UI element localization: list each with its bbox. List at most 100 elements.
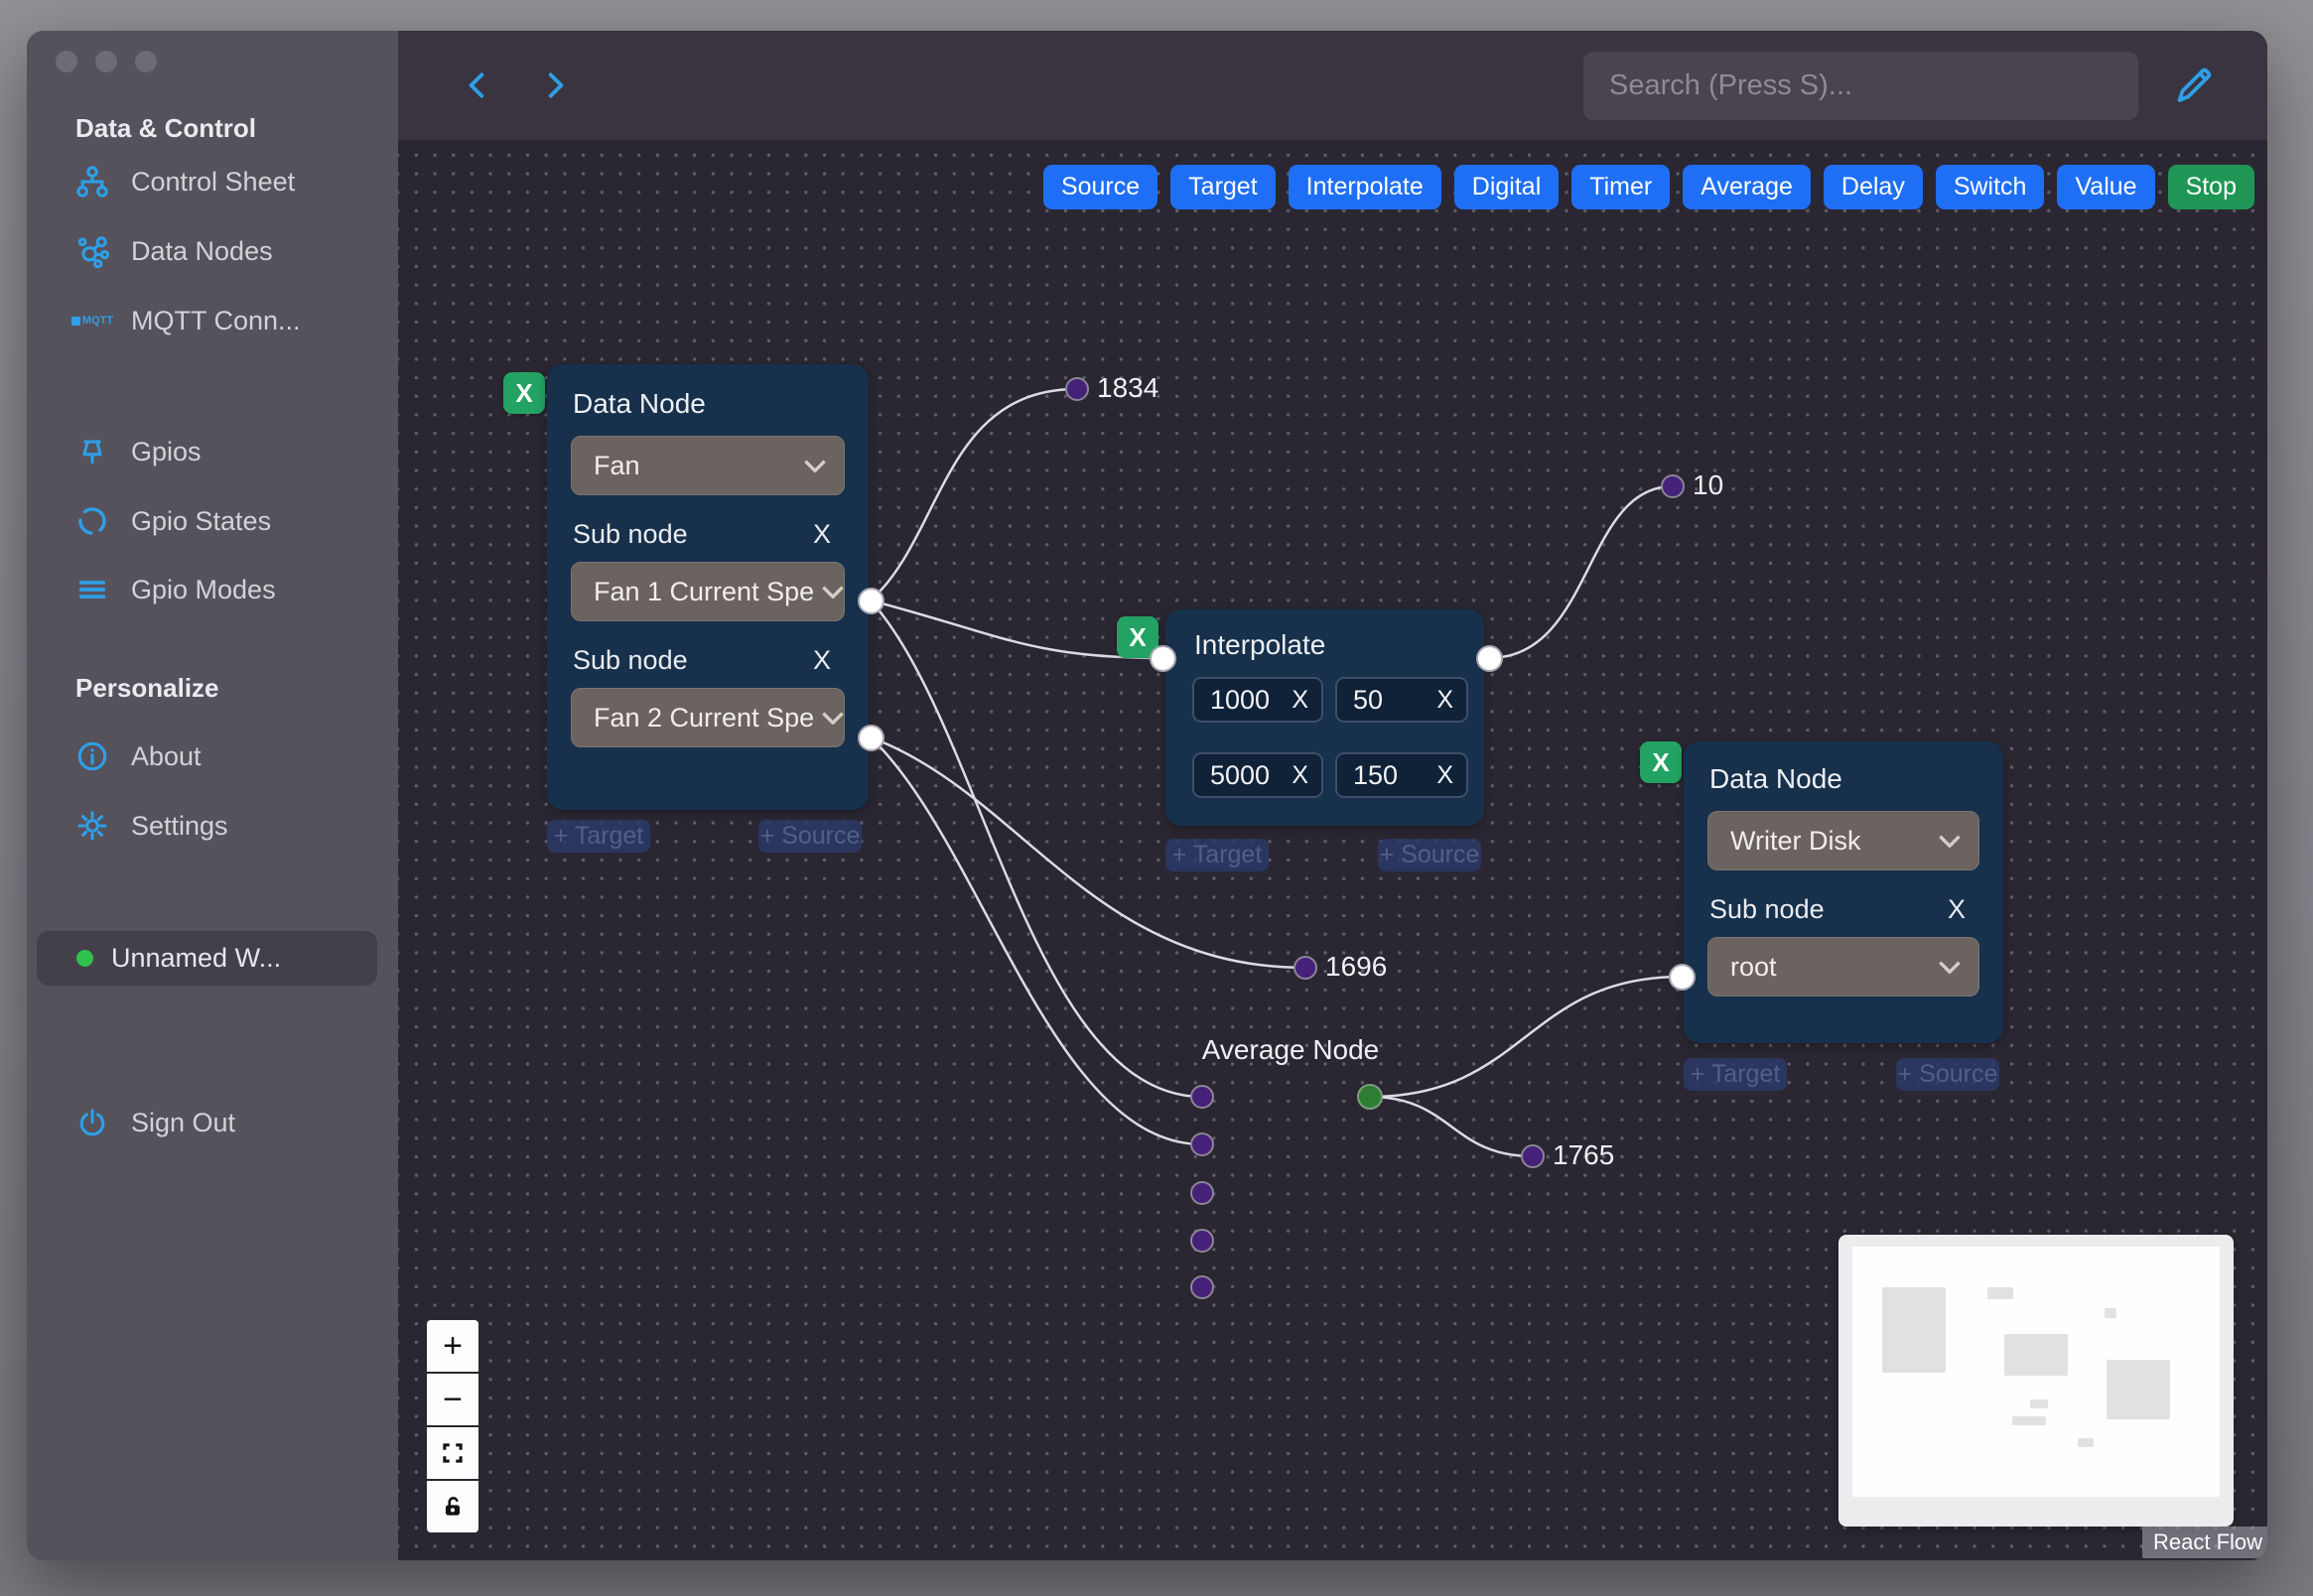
sub-node-label: Sub node (573, 519, 688, 549)
fan-device-select[interactable]: Fan (571, 436, 845, 495)
lock-button[interactable] (427, 1481, 478, 1532)
chevron-down-icon (822, 586, 844, 598)
sidebar-item-label: Gpio States (131, 505, 272, 536)
edge-interpolate-to-10 (1488, 484, 1674, 660)
sidebar-item-gpios[interactable]: Gpios (27, 424, 398, 479)
value-endpoint[interactable] (1293, 956, 1317, 980)
add-average-button[interactable]: Average (1683, 165, 1811, 209)
add-switch-button[interactable]: Switch (1935, 165, 2045, 209)
interpolate-source-handle[interactable] (1476, 645, 1503, 672)
average-source-handle[interactable] (1357, 1084, 1383, 1110)
zoom-in-button[interactable]: + (427, 1320, 478, 1372)
writer-add-source-pill[interactable]: + Source (1896, 1058, 1999, 1091)
value-endpoint[interactable] (1661, 474, 1685, 498)
minimap-node (1882, 1287, 1946, 1373)
average-target-handle[interactable] (1190, 1085, 1214, 1109)
edge-value-label: 1696 (1325, 951, 1388, 982)
interpolate-target-handle[interactable] (1150, 645, 1176, 672)
search-input[interactable] (1583, 51, 2138, 120)
edge-fan1-to-1834 (870, 387, 1078, 601)
minimize-window-button[interactable] (95, 51, 117, 72)
remove-value-button[interactable]: X (1292, 686, 1308, 715)
value-endpoint[interactable] (1521, 1144, 1545, 1168)
average-node-title: Average Node (1201, 1034, 1380, 1065)
hierarchy-icon (75, 165, 109, 199)
add-timer-button[interactable]: Timer (1571, 165, 1671, 209)
fan-sub2-source-handle[interactable] (858, 725, 884, 751)
fan-sub1-source-handle[interactable] (858, 588, 884, 614)
fan-add-source-pill[interactable]: + Source (758, 820, 862, 853)
interpolate-input[interactable]: 1000 X (1192, 677, 1323, 723)
sidebar-item-gpio-states[interactable]: Gpio States (27, 493, 398, 549)
node-title: Data Node (573, 388, 706, 419)
interpolate-add-target-pill[interactable]: + Target (1165, 839, 1269, 871)
interpolate-input[interactable]: 5000 X (1192, 752, 1323, 798)
sidebar-item-mqtt[interactable]: MQTT MQTT Conn... (27, 293, 398, 348)
flow-layer: Source Target Interpolate Digital Timer … (398, 140, 2267, 1560)
back-button[interactable] (462, 69, 493, 101)
sidebar-item-settings[interactable]: Settings (27, 798, 398, 854)
add-source-button[interactable]: Source (1042, 165, 1158, 209)
interpolate-input[interactable]: 50 X (1335, 677, 1468, 723)
sub-node-label: Sub node (573, 645, 688, 675)
remove-sub1-button[interactable]: X (813, 519, 841, 550)
remove-value-button[interactable]: X (1436, 761, 1453, 790)
writer-add-target-pill[interactable]: + Target (1684, 1058, 1787, 1091)
delete-writer-node-button[interactable]: X (1640, 741, 1682, 783)
react-flow-attribution[interactable]: React Flow (2142, 1527, 2267, 1558)
add-value-button[interactable]: Value (2057, 165, 2155, 209)
interpolate-node[interactable]: Interpolate 1000 X 50 X 5000 X 150 X (1165, 609, 1484, 826)
minimap[interactable] (1838, 1235, 2234, 1527)
fan-sub1-select[interactable]: Fan 1 Current Spe (571, 562, 845, 621)
remove-value-button[interactable]: X (1292, 761, 1308, 790)
chevron-down-icon (1939, 961, 1961, 974)
average-target-handle[interactable] (1190, 1229, 1214, 1253)
select-value: Writer Disk (1730, 825, 1861, 856)
sidebar-item-workflow[interactable]: Unnamed W... (37, 931, 377, 986)
average-target-handle[interactable] (1190, 1181, 1214, 1205)
sidebar-item-label: MQTT Conn... (131, 305, 301, 335)
remove-value-button[interactable]: X (1436, 686, 1453, 715)
sidebar-item-about[interactable]: About (27, 729, 398, 784)
interpolate-grid: 1000 X 50 X 5000 X 150 X (1192, 677, 1468, 798)
remove-sub-button[interactable]: X (1948, 894, 1975, 925)
value-endpoint[interactable] (1065, 377, 1089, 401)
add-interpolate-button[interactable]: Interpolate (1288, 165, 1441, 209)
writer-data-node[interactable]: Data Node Writer Disk Sub node X root (1684, 741, 2003, 1043)
writer-target-handle[interactable] (1669, 964, 1696, 991)
writer-device-select[interactable]: Writer Disk (1707, 811, 1979, 870)
forward-button[interactable] (539, 69, 571, 101)
interpolate-input[interactable]: 150 X (1335, 752, 1468, 798)
delete-fan-node-button[interactable]: X (503, 372, 545, 414)
sidebar-item-control-sheet[interactable]: Control Sheet (27, 154, 398, 209)
close-window-button[interactable] (56, 51, 77, 72)
add-digital-button[interactable]: Digital (1453, 165, 1560, 209)
add-delay-button[interactable]: Delay (1823, 165, 1923, 209)
fan-data-node[interactable]: Data Node Fan Sub node X Fan 1 Current S… (547, 364, 869, 810)
edge-value-label: 10 (1693, 469, 1724, 500)
flow-canvas[interactable]: Source Target Interpolate Digital Timer … (398, 140, 2267, 1560)
fit-view-button[interactable] (427, 1427, 478, 1479)
sidebar-item-data-nodes[interactable]: Data Nodes (27, 223, 398, 279)
sidebar-item-gpio-modes[interactable]: Gpio Modes (27, 562, 398, 617)
chevron-down-icon (1939, 835, 1961, 848)
window-controls[interactable] (56, 51, 157, 72)
zoom-out-button[interactable]: − (427, 1374, 478, 1425)
node-title: Data Node (1709, 763, 1842, 794)
add-target-button[interactable]: Target (1170, 165, 1276, 209)
interpolate-add-source-pill[interactable]: + Source (1378, 839, 1481, 871)
fan-sub2-select[interactable]: Fan 2 Current Spe (571, 688, 845, 747)
lines-icon (75, 573, 109, 606)
writer-sub-select[interactable]: root (1707, 937, 1979, 997)
average-target-handle[interactable] (1190, 1132, 1214, 1156)
sidebar-item-sign-out[interactable]: Sign Out (27, 1095, 398, 1150)
select-value: Fan (594, 450, 640, 480)
stop-button[interactable]: Stop (2167, 165, 2254, 209)
remove-sub2-button[interactable]: X (813, 645, 841, 676)
fan-add-target-pill[interactable]: + Target (547, 820, 650, 853)
edit-pencil-icon[interactable] (2170, 63, 2216, 108)
average-target-handle[interactable] (1190, 1275, 1214, 1299)
maximize-window-button[interactable] (135, 51, 157, 72)
chevron-down-icon (822, 712, 844, 725)
minimap-node (2030, 1399, 2048, 1408)
